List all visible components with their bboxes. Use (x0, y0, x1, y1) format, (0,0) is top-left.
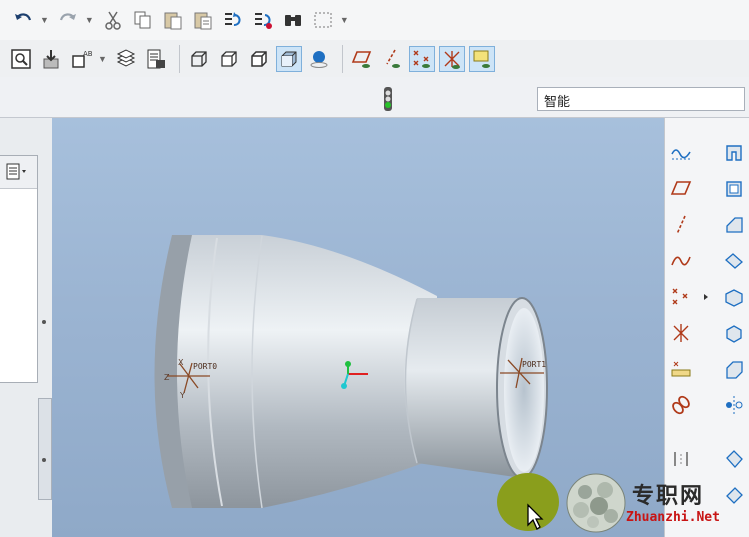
extrude-icon[interactable] (721, 140, 747, 166)
feature-toolbar (664, 118, 749, 537)
cut-icon[interactable] (100, 7, 126, 33)
blend-icon[interactable] (721, 248, 747, 274)
merge-icon[interactable] (668, 446, 694, 472)
selection-filter-field[interactable]: 智能 (537, 87, 745, 111)
csys-y-label: Y (179, 391, 185, 400)
svg-text:AB: AB (83, 50, 92, 58)
paste-special-icon[interactable] (190, 7, 216, 33)
undo-icon[interactable] (10, 7, 36, 33)
lower-panel (0, 398, 52, 500)
coordinate-system-icon[interactable] (668, 320, 694, 346)
shell-icon[interactable] (721, 320, 747, 346)
watermark-title: 专职网 (632, 484, 705, 509)
saved-views-icon[interactable]: AB (68, 46, 94, 72)
splitter-handle-icon[interactable] (42, 458, 46, 462)
view-toolbar: AB ▼ (0, 40, 749, 78)
saved-views-dropdown-icon[interactable]: ▼ (98, 54, 107, 64)
shading-icon[interactable] (275, 45, 302, 72)
toolbar-separator (341, 44, 343, 73)
redo-dropdown-icon[interactable]: ▼ (85, 15, 94, 25)
main-toolbar: ▼ ▼ ▼ (0, 0, 749, 40)
datum-points-icon[interactable] (408, 45, 435, 72)
regenerate-icon[interactable] (220, 7, 246, 33)
csys-x-label: X (178, 358, 184, 367)
repaint-icon[interactable] (8, 46, 34, 72)
regenerate-manager-icon[interactable] (250, 7, 276, 33)
select-box-icon[interactable] (310, 7, 336, 33)
model-tree-header[interactable] (0, 156, 37, 189)
draft-icon[interactable] (721, 446, 747, 472)
model-tree-menu-icon[interactable] (6, 162, 32, 182)
curve-icon[interactable] (668, 248, 694, 274)
hidden-line-icon[interactable] (216, 46, 242, 72)
sketch-icon[interactable] (668, 140, 694, 166)
find-icon[interactable] (280, 7, 306, 33)
port1-label: PORT1 (522, 360, 546, 369)
chain-icon[interactable] (668, 392, 694, 418)
spin-center-icon[interactable] (306, 46, 332, 72)
layers-icon[interactable] (113, 46, 139, 72)
revolve-icon[interactable] (721, 176, 747, 202)
sweep-icon[interactable] (721, 212, 747, 238)
select-dropdown-icon[interactable]: ▼ (340, 15, 349, 25)
csys-z-label: Z (164, 373, 170, 382)
folder-browser-tab[interactable] (38, 398, 52, 500)
watermark-url: Zhuanzhi.Net (626, 510, 720, 525)
splitter-handle-icon[interactable] (42, 320, 46, 324)
datum-planes-icon[interactable] (349, 46, 375, 72)
undo-dropdown-icon[interactable]: ▼ (40, 15, 49, 25)
round-icon[interactable] (721, 482, 747, 508)
point-flyout-icon[interactable] (701, 284, 711, 310)
plane-icon[interactable] (668, 176, 694, 202)
model-tree-icon[interactable] (143, 46, 169, 72)
watermark-logo-icon (566, 473, 626, 533)
rib-icon[interactable] (721, 356, 747, 382)
copy-icon[interactable] (130, 7, 156, 33)
traffic-light-icon[interactable] (381, 86, 395, 117)
zoom-icon[interactable] (38, 46, 64, 72)
redo-icon[interactable] (55, 7, 81, 33)
hole-icon[interactable] (721, 284, 747, 310)
toolbar-separator (178, 44, 180, 73)
mouse-pointer-icon (527, 503, 544, 530)
mirror-icon[interactable] (721, 392, 747, 418)
point-icon[interactable] (668, 284, 694, 310)
paste-icon[interactable] (160, 7, 186, 33)
csys-icon[interactable] (438, 45, 465, 72)
analysis-icon[interactable] (668, 356, 694, 382)
wireframe-icon[interactable] (186, 46, 212, 72)
axis-icon[interactable] (668, 212, 694, 238)
annotation-icon[interactable] (468, 45, 495, 72)
datum-axes-icon[interactable] (379, 46, 405, 72)
model-tree-panel[interactable] (0, 155, 38, 383)
port0-label: PORT0 (193, 362, 217, 371)
no-hidden-icon[interactable] (246, 46, 272, 72)
